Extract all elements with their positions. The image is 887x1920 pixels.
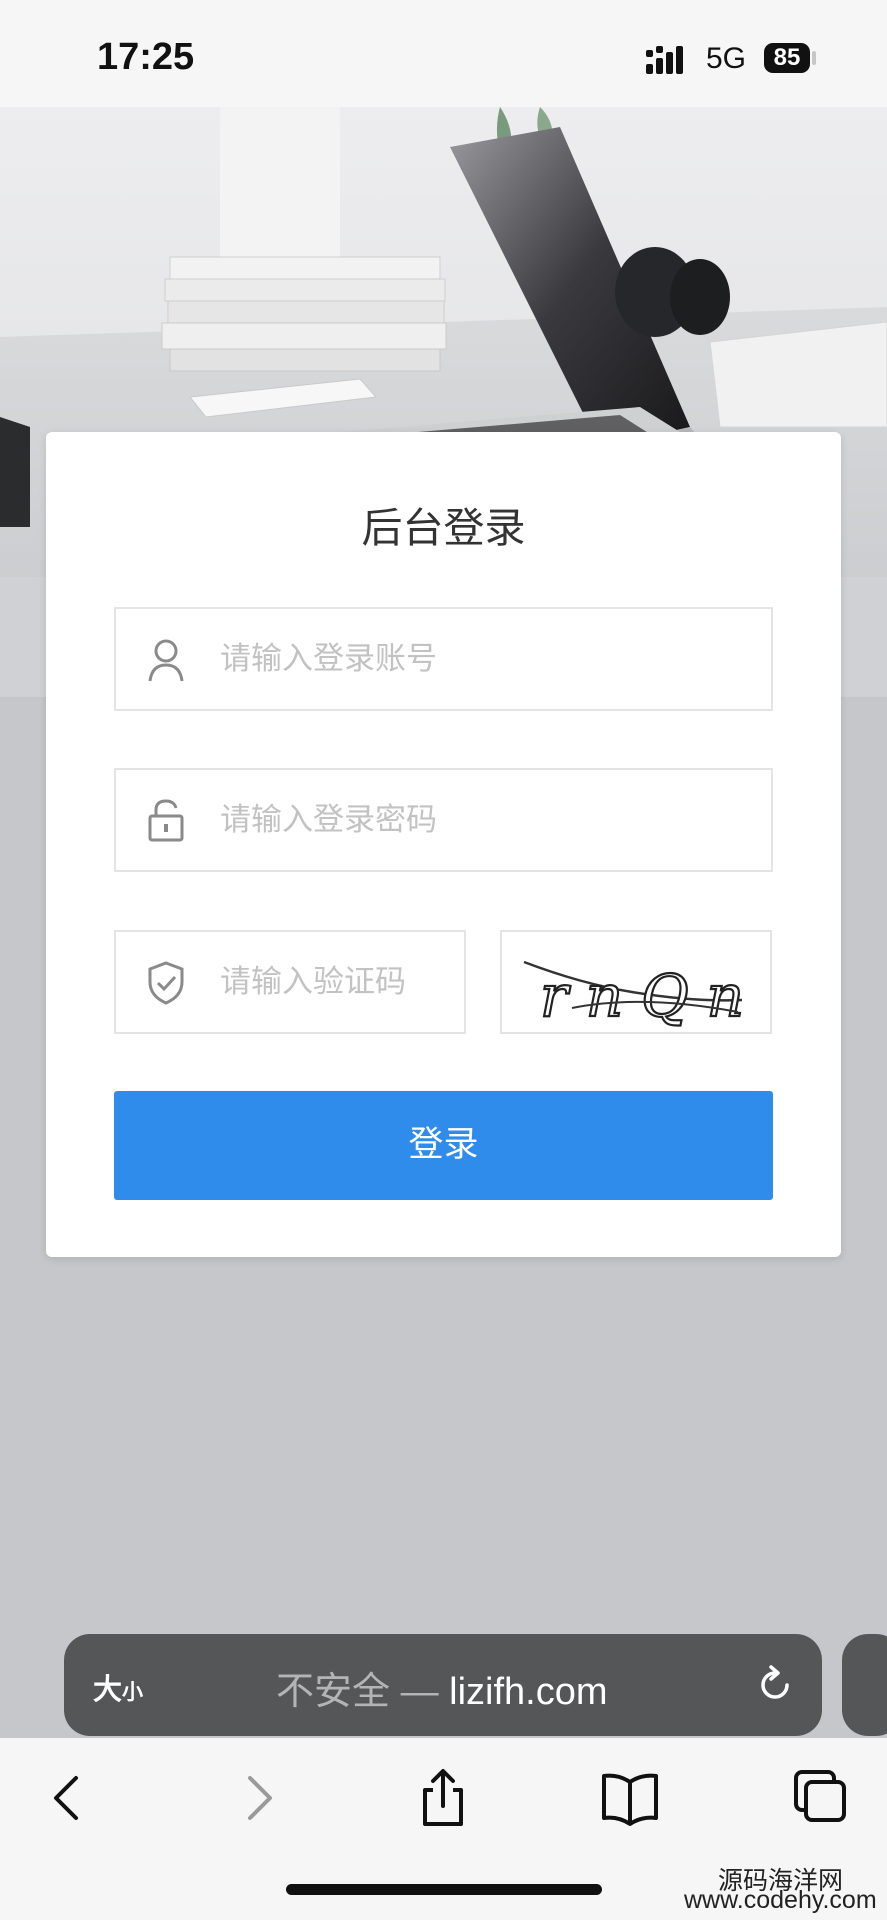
page-title: 后台登录 (361, 504, 526, 552)
captcha-image[interactable]: rnQn (500, 930, 772, 1034)
next-tab-preview[interactable] (842, 1634, 887, 1736)
watermark-url: www.codehy.com (684, 1886, 877, 1914)
home-indicator (286, 1884, 602, 1895)
captcha-graphic: rnQn (523, 960, 762, 1031)
reload-icon[interactable] (754, 1664, 796, 1706)
login-card: 后台登录 rnQn 登录 (46, 432, 841, 1257)
address-bar[interactable]: 大小 不安全 — lizifh.com (64, 1634, 822, 1736)
browser-toolbar: 源码海洋网 www.codehy.com (0, 1738, 887, 1920)
tabs-icon[interactable] (790, 1768, 850, 1828)
login-button[interactable]: 登录 (114, 1091, 773, 1200)
password-input[interactable] (220, 770, 755, 870)
status-time: 17:25 (97, 36, 195, 78)
signal-icon (646, 46, 683, 74)
lock-icon (148, 799, 184, 842)
captcha-field (114, 930, 466, 1034)
battery-icon: 85 (764, 43, 810, 73)
back-icon[interactable] (38, 1768, 98, 1828)
text-size-large: 大 (93, 1674, 123, 1706)
battery-tip (812, 51, 816, 65)
url-domain: lizifh.com (449, 1671, 608, 1713)
captcha-text: rnQn (540, 962, 762, 1030)
forward-icon[interactable] (228, 1768, 288, 1828)
share-icon[interactable] (413, 1768, 473, 1828)
shield-check-icon (148, 961, 184, 1005)
username-field (114, 607, 773, 711)
username-input[interactable] (220, 609, 755, 709)
bookmarks-icon[interactable] (600, 1768, 660, 1828)
text-size-small: 小 (122, 1681, 144, 1704)
network-type: 5G (706, 42, 747, 75)
captcha-input[interactable] (220, 932, 448, 1032)
password-field (114, 768, 773, 872)
status-bar: 17:25 5G 85 (0, 0, 887, 107)
user-icon (148, 639, 184, 682)
url-text[interactable]: 不安全 — lizifh.com (276, 1660, 608, 1715)
url-separator: — (390, 1671, 450, 1713)
insecure-label: 不安全 (276, 1671, 391, 1713)
text-size-button[interactable]: 大小 (93, 1666, 143, 1708)
